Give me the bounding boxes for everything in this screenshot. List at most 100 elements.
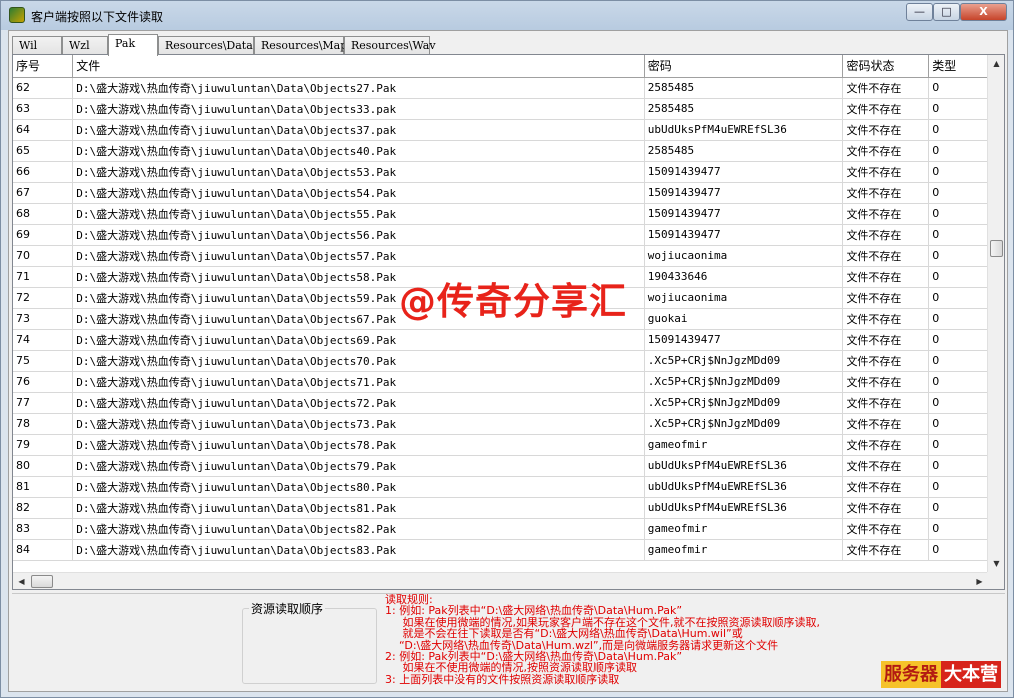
table-row[interactable]: 83 D:\盛大游戏\热血传奇\jiuwuluntan\Data\Objects8… bbox=[13, 518, 1004, 540]
cell-index: 84 bbox=[13, 539, 74, 561]
cell-password-status: 文件不存在 bbox=[842, 308, 930, 330]
table-row[interactable]: 64 D:\盛大游戏\热血传奇\jiuwuluntan\Data\Objects3… bbox=[13, 119, 1004, 141]
cell-file: D:\盛大游戏\热血传奇\jiuwuluntan\Data\Objects33.… bbox=[72, 98, 645, 120]
cell-index: 70 bbox=[13, 245, 74, 267]
column-header-password[interactable]: 密码 bbox=[644, 55, 844, 78]
cell-password: ubUdUksPfM4uEWREfSL36 bbox=[644, 476, 844, 498]
tab-wzl[interactable]: Wzl bbox=[62, 36, 108, 55]
table-row[interactable]: 79 D:\盛大游戏\热血传奇\jiuwuluntan\Data\Objects7… bbox=[13, 434, 1004, 456]
rules-line: 就是不会在往下读取是否有“D:\盛大网络\热血传奇\Data\Hum.wil”或 bbox=[385, 627, 743, 641]
cell-index: 65 bbox=[13, 140, 74, 162]
cell-index: 82 bbox=[13, 497, 74, 519]
table-row[interactable]: 80 D:\盛大游戏\热血传奇\jiuwuluntan\Data\Objects7… bbox=[13, 455, 1004, 477]
table-row[interactable]: 70 D:\盛大游戏\热血传奇\jiuwuluntan\Data\Objects5… bbox=[13, 245, 1004, 267]
site-logo: 服务器 大本营 bbox=[881, 661, 1001, 688]
cell-file: D:\盛大游戏\热血传奇\jiuwuluntan\Data\Objects78.… bbox=[72, 434, 645, 456]
rules-line: 3: 上面列表中没有的文件按照资源读取顺序读取 bbox=[385, 672, 620, 686]
cell-file: D:\盛大游戏\热血传奇\jiuwuluntan\Data\Objects80.… bbox=[72, 476, 645, 498]
scroll-up-icon[interactable]: ▲ bbox=[988, 55, 1004, 72]
table-row[interactable]: 66 D:\盛大游戏\热血传奇\jiuwuluntan\Data\Objects5… bbox=[13, 161, 1004, 183]
column-header-file[interactable]: 文件 bbox=[72, 55, 645, 78]
cell-file: D:\盛大游戏\热血传奇\jiuwuluntan\Data\Objects69.… bbox=[72, 329, 645, 351]
scroll-left-icon[interactable]: ◀ bbox=[13, 573, 30, 589]
rules-text: 读取规则: 1: 例如: Pak列表中“D:\盛大网络\热血传奇\Data\Hum… bbox=[385, 594, 905, 690]
bottom-panel: 资源读取顺序 读取规则: 1: 例如: Pak列表中“D:\盛大网络\热血传奇\D… bbox=[12, 593, 1005, 689]
table-row[interactable]: 69 D:\盛大游戏\热血传奇\jiuwuluntan\Data\Objects5… bbox=[13, 224, 1004, 246]
app-icon bbox=[9, 7, 25, 23]
table-row[interactable]: 67 D:\盛大游戏\热血传奇\jiuwuluntan\Data\Objects5… bbox=[13, 182, 1004, 204]
table-row[interactable]: 75 D:\盛大游戏\热血传奇\jiuwuluntan\Data\Objects7… bbox=[13, 350, 1004, 372]
column-header-password-status[interactable]: 密码状态 bbox=[842, 55, 930, 78]
table-row[interactable]: 62 D:\盛大游戏\热血传奇\jiuwuluntan\Data\Objects2… bbox=[13, 77, 1004, 99]
cell-password: gameofmir bbox=[644, 434, 844, 456]
cell-index: 69 bbox=[13, 224, 74, 246]
cell-password: .Xc5P+CRj$NnJgzMDd09 bbox=[644, 371, 844, 393]
maximize-button[interactable]: □ bbox=[933, 3, 960, 21]
table-row[interactable]: 82 D:\盛大游戏\热血传奇\jiuwuluntan\Data\Objects8… bbox=[13, 497, 1004, 519]
tab-resources-wav[interactable]: Resources\Wav bbox=[344, 36, 436, 55]
horizontal-scroll-thumb[interactable] bbox=[31, 575, 53, 588]
cell-index: 72 bbox=[13, 287, 74, 309]
minimize-button[interactable]: — bbox=[906, 3, 933, 21]
table-row[interactable]: 81 D:\盛大游戏\热血传奇\jiuwuluntan\Data\Objects8… bbox=[13, 476, 1004, 498]
scroll-down-icon[interactable]: ▼ bbox=[988, 555, 1004, 572]
cell-password: gameofmir bbox=[644, 518, 844, 540]
cell-index: 67 bbox=[13, 182, 74, 204]
table-row[interactable]: 63 D:\盛大游戏\热血传奇\jiuwuluntan\Data\Objects3… bbox=[13, 98, 1004, 120]
cell-password-status: 文件不存在 bbox=[842, 476, 930, 498]
cell-file: D:\盛大游戏\热血传奇\jiuwuluntan\Data\Objects82.… bbox=[72, 518, 645, 540]
tab-pak[interactable]: Pak bbox=[108, 34, 158, 56]
cell-password-status: 文件不存在 bbox=[842, 371, 930, 393]
table-row[interactable]: 76 D:\盛大游戏\热血传奇\jiuwuluntan\Data\Objects7… bbox=[13, 371, 1004, 393]
watermark-text: @传奇分享汇 bbox=[399, 280, 627, 323]
table-row[interactable]: 74 D:\盛大游戏\热血传奇\jiuwuluntan\Data\Objects6… bbox=[13, 329, 1004, 351]
cell-index: 71 bbox=[13, 266, 74, 288]
cell-password-status: 文件不存在 bbox=[842, 518, 930, 540]
close-button[interactable]: X bbox=[960, 3, 1007, 21]
table-row[interactable]: 78 D:\盛大游戏\热血传奇\jiuwuluntan\Data\Objects7… bbox=[13, 413, 1004, 435]
main-window: 客户端按照以下文件读取 — □ X Wil Wzl Pak Resources\… bbox=[0, 0, 1014, 698]
resource-order-title: 资源读取顺序 bbox=[249, 600, 326, 617]
cell-password: 15091439477 bbox=[644, 224, 844, 246]
cell-password: guokai bbox=[644, 308, 844, 330]
tab-resources-map[interactable]: Resources\Map bbox=[254, 36, 347, 55]
cell-index: 78 bbox=[13, 413, 74, 435]
horizontal-scrollbar[interactable]: ◀ ▶ bbox=[13, 572, 988, 589]
cell-index: 68 bbox=[13, 203, 74, 225]
cell-index: 79 bbox=[13, 434, 74, 456]
cell-index: 62 bbox=[13, 77, 74, 99]
cell-index: 83 bbox=[13, 518, 74, 540]
vertical-scrollbar[interactable]: ▲ ▼ bbox=[987, 55, 1004, 572]
cell-file: D:\盛大游戏\热血传奇\jiuwuluntan\Data\Objects54.… bbox=[72, 182, 645, 204]
cell-password: 15091439477 bbox=[644, 203, 844, 225]
tab-wil[interactable]: Wil bbox=[12, 36, 62, 55]
cell-password-status: 文件不存在 bbox=[842, 539, 930, 561]
scroll-right-icon[interactable]: ▶ bbox=[971, 573, 988, 589]
cell-index: 74 bbox=[13, 329, 74, 351]
table-row[interactable]: 65 D:\盛大游戏\热血传奇\jiuwuluntan\Data\Objects4… bbox=[13, 140, 1004, 162]
vertical-scroll-thumb[interactable] bbox=[990, 240, 1003, 257]
cell-password: .Xc5P+CRj$NnJgzMDd09 bbox=[644, 413, 844, 435]
cell-password-status: 文件不存在 bbox=[842, 77, 930, 99]
cell-password-status: 文件不存在 bbox=[842, 287, 930, 309]
cell-password-status: 文件不存在 bbox=[842, 434, 930, 456]
cell-password: wojiucaonima bbox=[644, 245, 844, 267]
logo-part-2: 大本营 bbox=[941, 661, 1001, 688]
tab-resources-data[interactable]: Resources\Data bbox=[158, 36, 254, 55]
column-header-index[interactable]: 序号 bbox=[13, 55, 74, 78]
table-row[interactable]: 77 D:\盛大游戏\热血传奇\jiuwuluntan\Data\Objects7… bbox=[13, 392, 1004, 414]
table-row[interactable]: 68 D:\盛大游戏\热血传奇\jiuwuluntan\Data\Objects5… bbox=[13, 203, 1004, 225]
table-row[interactable]: 84 D:\盛大游戏\热血传奇\jiuwuluntan\Data\Objects8… bbox=[13, 539, 1004, 561]
cell-password: wojiucaonima bbox=[644, 287, 844, 309]
cell-password: 15091439477 bbox=[644, 161, 844, 183]
cell-file: D:\盛大游戏\热血传奇\jiuwuluntan\Data\Objects56.… bbox=[72, 224, 645, 246]
cell-index: 63 bbox=[13, 98, 74, 120]
cell-index: 81 bbox=[13, 476, 74, 498]
cell-password: ubUdUksPfM4uEWREfSL36 bbox=[644, 497, 844, 519]
cell-password-status: 文件不存在 bbox=[842, 203, 930, 225]
cell-password-status: 文件不存在 bbox=[842, 224, 930, 246]
logo-part-1: 服务器 bbox=[881, 661, 941, 688]
cell-index: 75 bbox=[13, 350, 74, 372]
cell-index: 64 bbox=[13, 119, 74, 141]
title-bar[interactable]: 客户端按照以下文件读取 — □ X bbox=[1, 1, 1013, 30]
